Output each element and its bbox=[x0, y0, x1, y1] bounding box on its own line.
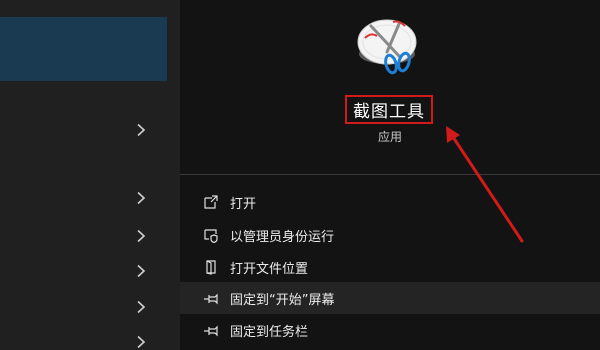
selected-list-item[interactable] bbox=[0, 17, 167, 81]
chevron-right-icon[interactable] bbox=[134, 264, 148, 278]
app-title-highlight: 截图工具 bbox=[345, 95, 433, 124]
chevron-right-icon[interactable] bbox=[134, 123, 148, 137]
run-as-admin-icon bbox=[203, 227, 219, 243]
pin-icon bbox=[203, 290, 219, 306]
menu-item-label: 打开 bbox=[230, 196, 257, 212]
file-location-icon bbox=[203, 259, 219, 275]
menu-item-label: 固定到任务栏 bbox=[230, 324, 309, 340]
menu-item-pin-to-taskbar[interactable]: 固定到任务栏 bbox=[180, 314, 600, 346]
chevron-right-icon[interactable] bbox=[134, 229, 148, 243]
menu-item-pin-to-start[interactable]: 固定到“开始”屏幕 bbox=[180, 282, 600, 314]
app-title: 截图工具 bbox=[353, 102, 425, 122]
chevron-right-icon[interactable] bbox=[134, 191, 148, 205]
open-icon bbox=[203, 194, 219, 210]
divider bbox=[180, 174, 600, 175]
menu-item-label: 打开文件位置 bbox=[230, 261, 309, 277]
left-panel bbox=[0, 0, 180, 350]
menu-item-label: 固定到“开始”屏幕 bbox=[230, 292, 335, 308]
chevron-right-icon[interactable] bbox=[134, 335, 148, 349]
pin-icon bbox=[203, 322, 219, 338]
app-context-panel: 截图工具 应用 打开 以管理员身份运行 打开文件位置 固定到“开始”屏幕 固定到… bbox=[180, 0, 600, 350]
chevron-right-icon[interactable] bbox=[134, 300, 148, 314]
app-type-label: 应用 bbox=[377, 130, 402, 144]
menu-item-open[interactable]: 打开 bbox=[180, 186, 600, 218]
menu-item-open-file-location[interactable]: 打开文件位置 bbox=[180, 251, 600, 283]
snipping-tool-icon bbox=[355, 12, 425, 84]
menu-item-label: 以管理员身份运行 bbox=[230, 229, 335, 245]
menu-item-run-as-admin[interactable]: 以管理员身份运行 bbox=[180, 219, 600, 251]
